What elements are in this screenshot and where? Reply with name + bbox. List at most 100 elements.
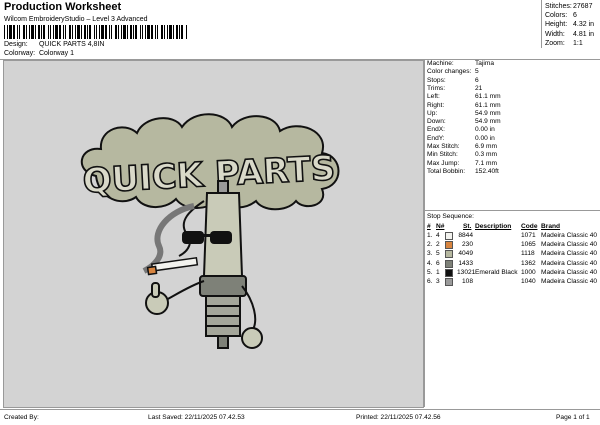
machine-info-row: EndY: 0.00 in xyxy=(427,135,495,143)
info-value: 6 xyxy=(475,76,479,84)
row-brand: Madeira Classic 40 xyxy=(541,250,598,258)
summary-row: Width: 4.81 in xyxy=(545,30,595,38)
embroidery-artwork: QUICK PARTS xyxy=(80,113,340,349)
row-code: 1071 xyxy=(521,232,536,239)
colorway-label: Colorway: xyxy=(4,50,36,57)
info-value: 21 xyxy=(475,84,483,92)
row-brand: Madeira Classic 40 xyxy=(541,278,598,285)
info-key: Machine: xyxy=(427,60,454,67)
info-key: Down: xyxy=(427,118,446,126)
machine-info-row: Trims: 21 xyxy=(427,85,482,93)
info-value: 152.40ft xyxy=(475,167,499,175)
machine-info-row: Left: 61.1 mm xyxy=(427,93,501,101)
row-num: 1. xyxy=(427,232,433,239)
stop-sequence-header: # N# St. Description Code Brand xyxy=(425,222,600,231)
design-label: Design: xyxy=(4,41,28,48)
barcode xyxy=(4,25,187,39)
row-stitches: 4049 xyxy=(458,250,473,258)
info-key: EndY: xyxy=(427,134,445,142)
design-preview: QUICK PARTS xyxy=(3,60,424,408)
col-n: N# xyxy=(436,223,445,230)
footer: Created By: Last Saved: 22/11/2025 07.42… xyxy=(0,409,600,425)
last-saved: Last Saved: 22/11/2025 07.42.53 xyxy=(148,414,245,421)
info-key: Right: xyxy=(427,101,445,109)
info-key: Up: xyxy=(427,109,438,117)
machine-info-row: Min Stitch: 0.3 mm xyxy=(427,151,497,159)
row-brand: Madeira Classic 40 xyxy=(541,259,598,267)
machine-info-row: Max Stitch: 6.9 mm xyxy=(427,143,497,151)
page-title: Production Worksheet xyxy=(4,1,122,13)
machine-info-row: Total Bobbin: 152.40ft xyxy=(427,168,499,176)
color-swatch xyxy=(445,232,453,240)
row-code: 1118 xyxy=(521,250,535,258)
info-key: Min Stitch: xyxy=(427,151,458,159)
machine-info-row: Stops: 6 xyxy=(427,77,479,85)
row-num: 6. xyxy=(427,278,433,285)
col-description: Description xyxy=(475,223,512,230)
col-num: # xyxy=(427,223,431,230)
row-code: 1362 xyxy=(521,259,536,267)
info-value: 5 xyxy=(475,68,479,76)
col-st: St. xyxy=(463,223,472,230)
summary-row: Zoom: 1:1 xyxy=(545,39,583,47)
printed: Printed: 22/11/2025 07.42.56 xyxy=(356,414,441,421)
row-description: Emerald Black xyxy=(475,268,518,276)
row-code: 1040 xyxy=(521,278,536,285)
machine-info-row: Machine: Tajima xyxy=(427,60,494,68)
info-value: 61.1 mm xyxy=(475,101,501,109)
info-value: 61.1 mm xyxy=(475,93,501,101)
summary-row: Colors: 6 xyxy=(545,12,577,20)
info-key: Max Jump: xyxy=(427,159,460,167)
stop-sequence-row: 6. 3 108 1040 Madeira Classic 40 xyxy=(425,277,600,286)
row-n: 3 xyxy=(436,278,440,285)
info-value: 7.1 mm xyxy=(475,159,497,167)
info-value: 54.9 mm xyxy=(475,118,501,126)
summary-row: Stitches: 27687 xyxy=(545,3,593,10)
row-brand: Madeira Classic 40 xyxy=(541,268,598,276)
color-swatch xyxy=(445,259,453,268)
color-swatch xyxy=(445,250,453,259)
row-code: 1065 xyxy=(521,241,536,249)
info-key: Color changes: xyxy=(427,68,472,76)
summary-row: Height: 4.32 in xyxy=(545,21,595,29)
col-code: Code xyxy=(521,223,538,230)
info-key: Stops: xyxy=(427,76,446,84)
spark-plug xyxy=(199,180,247,349)
color-swatch xyxy=(445,268,453,277)
color-swatch xyxy=(445,278,453,286)
row-num: 5. xyxy=(427,268,433,276)
info-key: Trims: xyxy=(427,84,446,92)
row-brand: Madeira Classic 40 xyxy=(541,241,598,249)
row-n: 5 xyxy=(436,250,440,258)
row-num: 4. xyxy=(427,259,433,267)
info-value: 0.00 in xyxy=(475,126,495,134)
machine-info-row: Max Jump: 7.1 mm xyxy=(427,160,497,168)
info-key: Max Stitch: xyxy=(427,143,460,150)
row-n: 1 xyxy=(436,268,440,276)
row-n: 4 xyxy=(436,232,440,239)
info-panel: Machine: Tajima Color changes: 5 Stops: 6 Trim… xyxy=(424,59,600,407)
design-name-row: Design: QUICK PARTS 4,8IN xyxy=(4,41,104,48)
machine-info-row: Right: 61.1 mm xyxy=(427,102,501,110)
design-value: QUICK PARTS 4,8IN xyxy=(38,41,105,48)
machine-info-row: Down: 54.9 mm xyxy=(427,118,501,126)
info-key: Left: xyxy=(427,93,440,101)
summary-stats: Stitches: 27687 Colors: 6 Height: 4.32 in W… xyxy=(545,2,599,48)
info-value: 6.9 mm xyxy=(475,143,497,150)
col-brand: Brand xyxy=(541,223,561,230)
row-num: 3. xyxy=(427,250,433,258)
stop-sequence-row: 1. 4 8844 1071 Madeira Classic 40 xyxy=(425,231,600,240)
row-brand: Madeira Classic 40 xyxy=(541,232,598,239)
machine-info-row: EndX: 0.00 in xyxy=(427,126,495,134)
row-code: 1000 xyxy=(521,268,536,276)
machine-info-row: Color changes: 5 xyxy=(427,68,479,76)
info-value: 0.3 mm xyxy=(475,151,497,159)
row-stitches: 8844 xyxy=(458,232,473,239)
software-subtitle: Wilcom EmbroideryStudio – Level 3 Advanc… xyxy=(4,16,148,23)
row-stitches: 230 xyxy=(461,241,473,249)
color-swatch xyxy=(445,241,453,250)
row-stitches: 13021 xyxy=(457,268,476,276)
created-by: Created By: xyxy=(4,414,39,421)
row-n: 6 xyxy=(436,259,440,267)
stop-sequence-row: 4. 6 1433 1362 Madeira Classic 40 xyxy=(425,259,600,268)
